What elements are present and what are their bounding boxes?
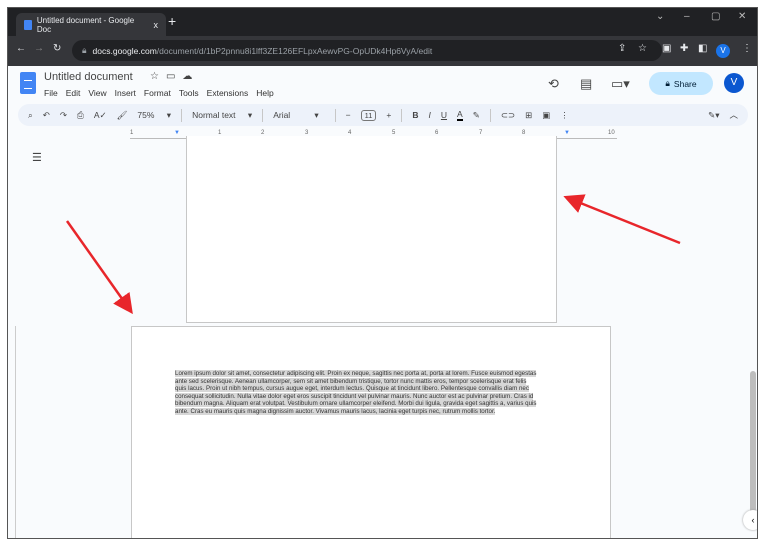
- arrow-to-page-2: [65, 220, 133, 315]
- arrow-to-page-1: [563, 194, 681, 245]
- annotation-arrows: [65, 194, 681, 315]
